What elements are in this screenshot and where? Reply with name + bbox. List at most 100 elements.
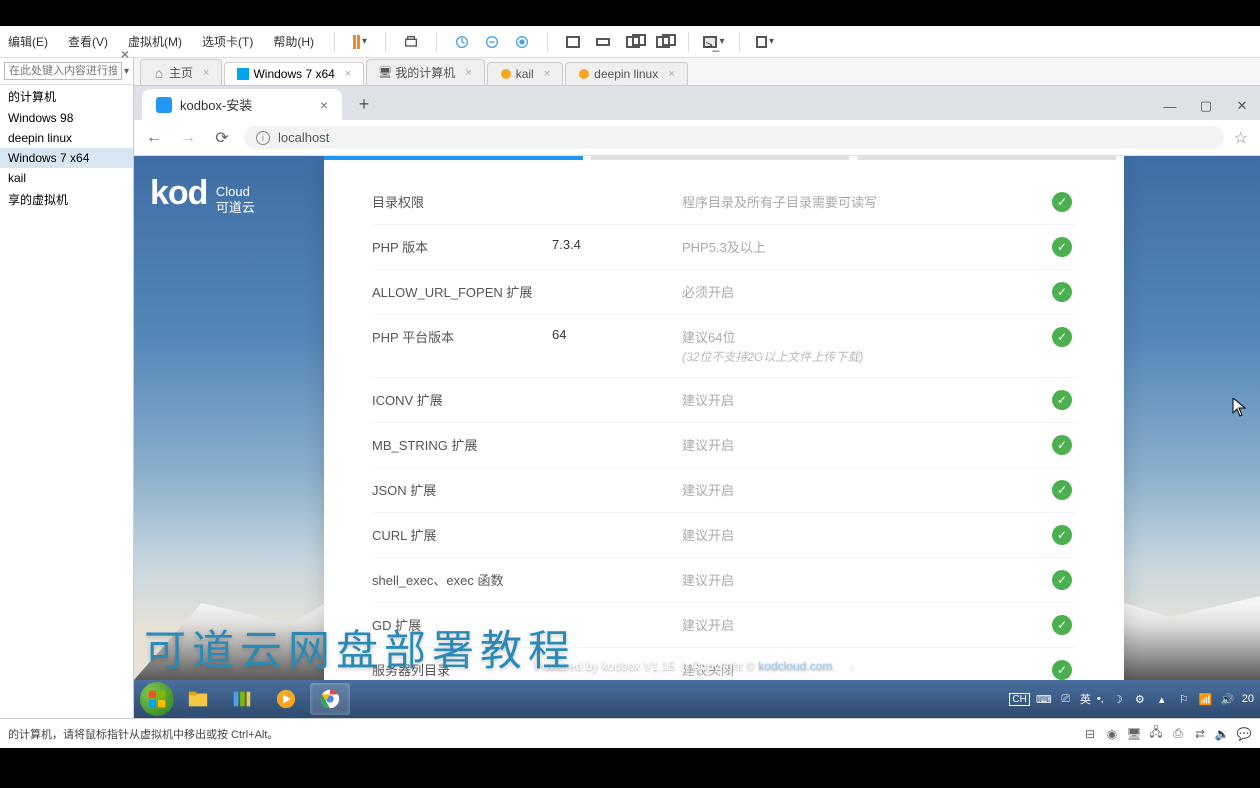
view-multi-icon[interactable] — [624, 33, 642, 51]
pause-icon[interactable]: ▾ — [351, 33, 369, 51]
new-tab-button[interactable]: + — [350, 90, 378, 118]
ime-indicator[interactable]: CH — [1009, 693, 1029, 706]
search-dropdown-icon[interactable]: ▾ — [124, 66, 129, 77]
close-window-button[interactable]: ✕ — [1224, 92, 1260, 120]
taskbar-explorer[interactable] — [178, 683, 218, 715]
check-row: MB_STRING 扩展 建议开启✓ — [372, 423, 1076, 468]
start-button[interactable] — [140, 682, 174, 716]
check-name: 目录权限 — [372, 192, 552, 211]
host-sidebar: × ▾ 的计算机 Windows 98 deepin linux Windows… — [0, 58, 134, 718]
check-name: PHP 版本 — [372, 237, 552, 256]
snapshot-manage-icon[interactable] — [483, 33, 501, 51]
close-icon[interactable]: × — [544, 68, 550, 80]
sound-icon[interactable]: 🔉 — [1214, 727, 1230, 741]
check-row: CURL 扩展建议开启✓ — [372, 513, 1076, 558]
menu-vm[interactable]: 虚拟机(M) — [124, 31, 186, 52]
vm-content-area: 主页× Windows 7 x64× 我的计算机× kail× deepin l… — [134, 58, 1260, 718]
taskbar-library[interactable] — [222, 683, 262, 715]
view-console-icon[interactable] — [594, 33, 612, 51]
vm-item-deepin[interactable]: deepin linux — [0, 128, 133, 148]
kod-footer: Powered by kodbox V1.15 | Copyright © ko… — [535, 659, 859, 674]
search-input[interactable] — [4, 62, 122, 80]
chrome-tab-kodbox[interactable]: kodbox-安装 × — [142, 89, 342, 120]
back-button[interactable]: ← — [142, 126, 166, 150]
close-icon[interactable]: × — [320, 97, 328, 113]
check-ok-icon: ✓ — [1052, 570, 1072, 590]
check-desc: 建议64位(32位不支持2G以上文件上传下载) — [682, 327, 1048, 365]
guest-desktop: kodbox-安装 × + — ▢ ✕ ← → ⟳ i — [134, 86, 1260, 718]
forward-button[interactable]: → — [176, 126, 200, 150]
close-icon[interactable]: × — [203, 67, 209, 79]
separator — [334, 32, 335, 52]
view-single-icon[interactable] — [564, 33, 582, 51]
close-icon[interactable]: × — [345, 68, 351, 80]
cd-icon[interactable]: ◉ — [1104, 727, 1120, 741]
vm-item-kail[interactable]: kail — [0, 168, 133, 188]
maximize-button[interactable]: ▢ — [1188, 92, 1224, 120]
vm-tab-home[interactable]: 主页× — [140, 59, 222, 85]
check-ok-icon: ✓ — [1052, 435, 1072, 455]
printer-icon[interactable]: ⎙ — [1170, 727, 1186, 741]
info-icon[interactable]: i — [845, 660, 859, 674]
sidebar-close-icon[interactable]: × — [121, 46, 129, 62]
kodcloud-link[interactable]: kodcloud.com — [758, 659, 832, 673]
taskbar-mediaplayer[interactable] — [266, 683, 306, 715]
bookmark-icon[interactable]: ☆ — [1234, 128, 1248, 148]
check-value: 64 — [552, 327, 682, 342]
moon-icon[interactable]: ☽ — [1110, 691, 1126, 707]
enter-fullscreen-icon[interactable]: >_▾ — [705, 33, 723, 51]
minimize-button[interactable]: — — [1152, 92, 1188, 120]
chrome-tab-title: kodbox-安装 — [180, 95, 252, 114]
vm-tab-kail[interactable]: kail× — [487, 62, 563, 85]
install-card: 目录权限程序目录及所有子目录需要可读写✓PHP 版本7.3.4PHP5.3及以上… — [324, 156, 1124, 680]
settings-icon[interactable]: ⚙ — [1132, 691, 1148, 707]
check-row: ALLOW_URL_FOPEN 扩展必须开启✓ — [372, 270, 1076, 315]
chrome-window: kodbox-安装 × + — ▢ ✕ ← → ⟳ i — [134, 86, 1260, 680]
vm-tab-mycomputer[interactable]: 我的计算机× — [366, 59, 484, 85]
flag-icon[interactable]: ⚐ — [1176, 691, 1192, 707]
check-desc: 建议开启 — [682, 435, 1048, 454]
menu-view[interactable]: 查看(V) — [64, 31, 112, 52]
message-icon[interactable]: 💬 — [1236, 727, 1252, 741]
check-row: PHP 版本7.3.4PHP5.3及以上✓ — [372, 225, 1076, 270]
check-ok-icon: ✓ — [1052, 660, 1072, 680]
keyboard-icon[interactable]: ⎚ — [1058, 691, 1074, 707]
check-ok-icon: ✓ — [1052, 327, 1072, 347]
speaker-icon[interactable]: 🔊 — [1220, 691, 1236, 707]
url-input[interactable]: i localhost — [244, 126, 1224, 149]
monitor-icon[interactable]: 🖥 — [1126, 727, 1142, 741]
vm-item-mycomputer[interactable]: 的计算机 — [0, 85, 133, 108]
view-unity-icon[interactable] — [654, 33, 672, 51]
vm-tab-deepin[interactable]: deepin linux× — [565, 62, 688, 85]
menu-tabs[interactable]: 选项卡(T) — [198, 31, 257, 52]
clock-time[interactable]: 20 — [1242, 693, 1254, 705]
vm-item-shared[interactable]: 享的虚拟机 — [0, 188, 133, 211]
snapshot-icon[interactable] — [453, 33, 471, 51]
disk-icon[interactable]: ⊟ — [1082, 727, 1098, 741]
close-icon[interactable]: × — [465, 67, 471, 79]
vm-tab-win7[interactable]: Windows 7 x64× — [224, 62, 364, 85]
ime-lang[interactable]: 英 — [1080, 691, 1091, 707]
menu-edit[interactable]: 编辑(E) — [4, 31, 52, 52]
chevron-up-icon[interactable]: ▴ — [1154, 691, 1170, 707]
send-ctrl-alt-del-icon[interactable] — [402, 33, 420, 51]
site-info-icon[interactable]: i — [256, 131, 270, 145]
taskbar-chrome[interactable] — [310, 683, 350, 715]
check-name: MB_STRING 扩展 — [372, 435, 552, 454]
letterbox-bottom — [0, 748, 1260, 788]
check-name: JSON 扩展 — [372, 480, 552, 499]
stretch-icon[interactable]: ▾ — [756, 33, 774, 51]
network-icon[interactable]: 🖧 — [1148, 727, 1164, 741]
snapshot-revert-icon[interactable] — [513, 33, 531, 51]
network-icon[interactable]: 📶 — [1198, 691, 1214, 707]
ime-icon[interactable]: ⌨ — [1036, 691, 1052, 707]
reload-button[interactable]: ⟳ — [210, 126, 234, 150]
usb-icon[interactable]: ⇄ — [1192, 727, 1208, 741]
separator — [385, 32, 386, 52]
vm-item-win7x64[interactable]: Windows 7 x64 — [0, 148, 133, 168]
vm-item-win98[interactable]: Windows 98 — [0, 108, 133, 128]
environment-check-list: 目录权限程序目录及所有子目录需要可读写✓PHP 版本7.3.4PHP5.3及以上… — [324, 160, 1124, 680]
close-icon[interactable]: × — [668, 68, 674, 80]
check-desc: 建议开启 — [682, 615, 1048, 634]
menu-help[interactable]: 帮助(H) — [269, 31, 318, 52]
